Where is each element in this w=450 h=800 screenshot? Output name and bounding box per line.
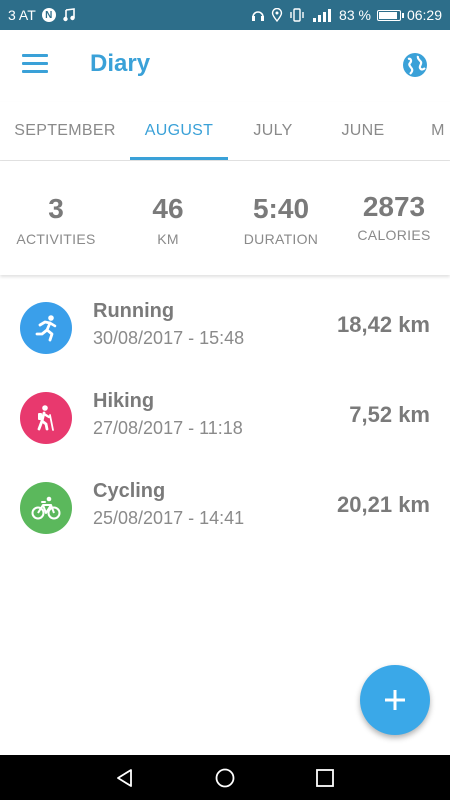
stat-duration: 5:40 DURATION	[225, 161, 337, 247]
vibrate-icon	[290, 8, 304, 22]
activity-name: Cycling	[93, 480, 166, 502]
stat-km-label: KM	[157, 231, 179, 247]
stat-calories: 2873 CALORIES	[338, 161, 450, 243]
carrier-label: 3 AT	[8, 7, 36, 23]
stat-calories-value: 2873	[362, 191, 426, 222]
status-bar-right: 83 % 06:29	[251, 7, 442, 23]
list-item[interactable]: Running 30/08/2017 - 15:48 18,42 km	[0, 288, 450, 368]
running-icon	[35, 315, 57, 342]
battery-percent: 83 %	[339, 7, 371, 23]
stat-calories-label: CALORIES	[357, 227, 431, 243]
activity-date: 30/08/2017 - 15:48	[93, 328, 245, 348]
activity-date: 25/08/2017 - 14:41	[93, 508, 245, 528]
tab-july[interactable]: JULY	[228, 102, 318, 160]
list-item[interactable]: Cycling 25/08/2017 - 14:41 20,21 km	[0, 468, 450, 548]
system-nav-bar	[0, 755, 450, 800]
clock: 06:29	[406, 7, 442, 23]
tab-september[interactable]: SEPTEMBER	[0, 102, 130, 160]
stat-km: 46 KM	[112, 161, 224, 247]
menu-icon	[22, 54, 48, 73]
month-tabs: SEPTEMBER AUGUST JULY JUNE M	[0, 102, 450, 161]
hiking-icon	[37, 405, 54, 431]
tab-august[interactable]: AUGUST	[130, 102, 228, 160]
activity-icon-bg	[20, 482, 72, 534]
battery-icon	[376, 9, 404, 21]
headphones-icon	[252, 11, 265, 21]
activity-distance: 7,52 km	[349, 402, 430, 427]
nfc-icon: N	[41, 8, 56, 22]
activity-icon-bg	[20, 302, 72, 354]
activity-name: Hiking	[93, 390, 155, 412]
stat-activities: 3 ACTIVITIES	[0, 161, 112, 247]
stat-km-value: 46	[152, 193, 184, 224]
stat-duration-value: 5:40	[252, 193, 310, 224]
stat-activities-value: 3	[48, 193, 64, 224]
stat-activities-label: ACTIVITIES	[16, 231, 96, 247]
month-summary: 3 ACTIVITIES 46 KM 5:40 DURATION 2873 CA…	[0, 161, 450, 275]
signal-icon	[313, 9, 332, 22]
activity-name: Running	[93, 300, 175, 322]
activity-distance: 18,42 km	[337, 312, 430, 337]
cycling-icon	[31, 496, 61, 520]
activity-distance: 20,21 km	[337, 492, 430, 517]
battery-level	[378, 11, 398, 19]
home-icon[interactable]	[214, 767, 236, 789]
status-bar: 3 AT N 83 % 06:29	[0, 0, 450, 30]
music-note-icon	[63, 8, 75, 22]
location-icon	[271, 8, 283, 22]
recents-icon[interactable]	[314, 767, 336, 789]
page-title: Diary	[90, 50, 151, 77]
back-icon[interactable]	[114, 767, 136, 789]
stat-duration-label: DURATION	[243, 231, 319, 247]
add-activity-button[interactable]	[360, 665, 430, 735]
app-bar: Diary	[0, 30, 450, 102]
plus-icon	[385, 690, 405, 710]
tab-june[interactable]: JUNE	[318, 102, 408, 160]
activity-date: 27/08/2017 - 11:18	[93, 418, 243, 438]
tab-may[interactable]: M	[408, 102, 450, 160]
menu-button[interactable]	[22, 54, 48, 74]
status-bar-left: 3 AT N	[8, 7, 76, 23]
list-item[interactable]: Hiking 27/08/2017 - 11:18 7,52 km	[0, 378, 450, 458]
activity-icon-bg	[20, 392, 72, 444]
globe-icon[interactable]	[402, 52, 428, 78]
active-tab-indicator	[130, 157, 228, 160]
